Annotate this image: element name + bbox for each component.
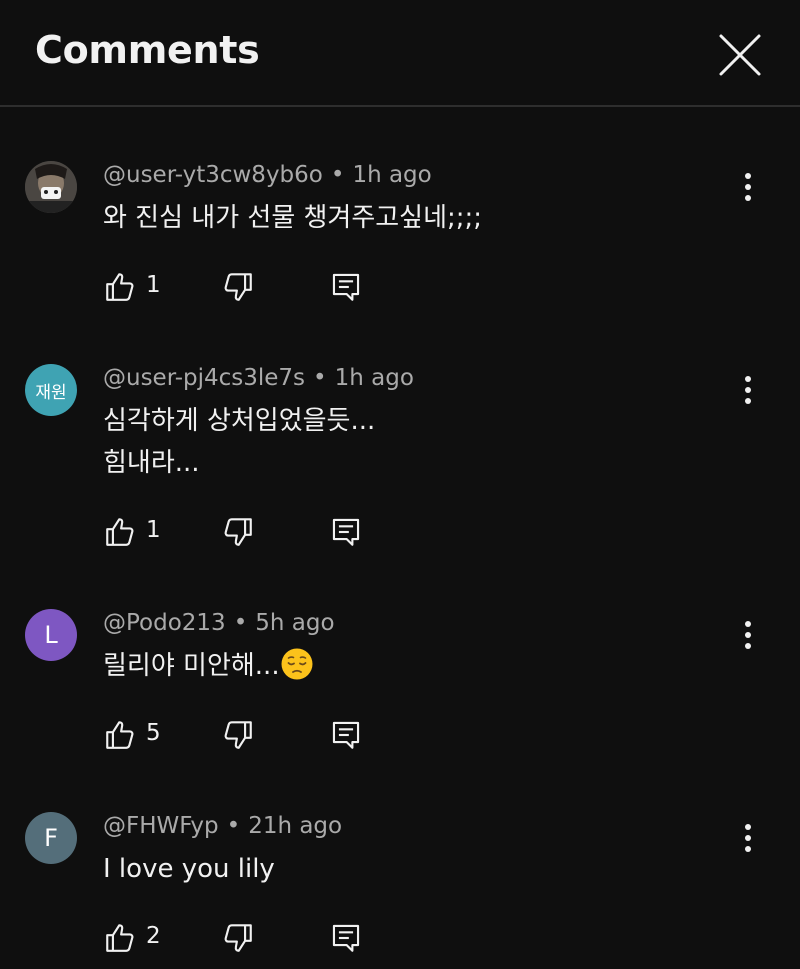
- reply-button[interactable]: [329, 718, 363, 752]
- reply-button[interactable]: [329, 921, 363, 955]
- avatar[interactable]: 재원: [25, 364, 77, 416]
- thumb-down-icon: [224, 273, 252, 301]
- meta-separator: •: [330, 162, 345, 188]
- avatar-initials: F: [44, 824, 58, 852]
- thumb-up-icon: [106, 924, 134, 952]
- comment-author[interactable]: @FHWFyp: [103, 813, 219, 839]
- comments-header: Comments: [0, 0, 800, 107]
- comment-author[interactable]: @user-pj4cs3le7s: [103, 365, 305, 391]
- comment-actions: 5: [103, 718, 403, 758]
- comment-line: I love you lily: [103, 854, 275, 884]
- like-button[interactable]: [103, 270, 137, 304]
- comment-time[interactable]: 5h ago: [255, 610, 334, 636]
- comment-line: 와 진심 내가 선물 챙겨주고싶네;;;;: [103, 203, 483, 233]
- dislike-button[interactable]: [221, 718, 255, 752]
- more-vertical-icon: [745, 376, 751, 404]
- close-icon: [719, 34, 761, 76]
- comment-time[interactable]: 1h ago: [335, 365, 414, 391]
- comment-text: 릴리야 미안해...: [103, 645, 314, 687]
- thumb-up-icon: [106, 273, 134, 301]
- more-options-button[interactable]: [734, 617, 762, 653]
- comment-time[interactable]: 1h ago: [352, 162, 431, 188]
- like-count: 1: [146, 272, 161, 298]
- comment-time[interactable]: 21h ago: [248, 813, 342, 839]
- reply-comment-icon: [332, 273, 360, 301]
- dislike-button[interactable]: [221, 921, 255, 955]
- comment-author[interactable]: @user-yt3cw8yb6o: [103, 162, 323, 188]
- page-title: Comments: [35, 28, 260, 72]
- comment-actions: 1: [103, 515, 403, 555]
- more-options-button[interactable]: [734, 169, 762, 205]
- comment-text: 와 진심 내가 선물 챙겨주고싶네;;;;: [103, 197, 482, 239]
- reply-comment-icon: [332, 924, 360, 952]
- avatar[interactable]: F: [25, 812, 77, 864]
- avatar-initials: 재원: [35, 382, 67, 403]
- close-button[interactable]: [718, 33, 762, 77]
- more-vertical-icon: [745, 621, 751, 649]
- like-count: 1: [146, 517, 161, 543]
- reply-button[interactable]: [329, 515, 363, 549]
- avatar-initials: L: [44, 621, 58, 649]
- thumb-down-icon: [224, 518, 252, 546]
- thumb-up-icon: [106, 518, 134, 546]
- comment-text: I love you lily: [103, 848, 275, 890]
- more-options-button[interactable]: [734, 820, 762, 856]
- thumb-down-icon: [224, 924, 252, 952]
- avatar[interactable]: [25, 161, 77, 213]
- thumb-up-icon: [106, 721, 134, 749]
- dislike-button[interactable]: [221, 270, 255, 304]
- comment-author[interactable]: @Podo213: [103, 610, 226, 636]
- dislike-button[interactable]: [221, 515, 255, 549]
- pensive-face-emoji: [281, 648, 313, 680]
- like-button[interactable]: [103, 921, 137, 955]
- thumb-down-icon: [224, 721, 252, 749]
- reply-comment-icon: [332, 721, 360, 749]
- comment-actions: 1: [103, 270, 403, 310]
- comment-meta: @user-pj4cs3le7s • 1h ago: [103, 365, 414, 391]
- comment-actions: 2: [103, 921, 403, 961]
- meta-separator: •: [233, 610, 248, 636]
- comment-line: 힘내라...: [103, 448, 200, 478]
- like-button[interactable]: [103, 515, 137, 549]
- more-vertical-icon: [745, 173, 751, 201]
- avatar[interactable]: L: [25, 609, 77, 661]
- reply-comment-icon: [332, 518, 360, 546]
- meta-separator: •: [226, 813, 241, 839]
- comment-meta: @Podo213 • 5h ago: [103, 610, 335, 636]
- like-button[interactable]: [103, 718, 137, 752]
- comment-meta: @FHWFyp • 21h ago: [103, 813, 342, 839]
- comment-text: 심각하게 상처입었을듯... 힘내라...: [103, 400, 375, 484]
- like-count: 5: [146, 720, 161, 746]
- comment-meta: @user-yt3cw8yb6o • 1h ago: [103, 162, 432, 188]
- reply-button[interactable]: [329, 270, 363, 304]
- more-vertical-icon: [745, 824, 751, 852]
- more-options-button[interactable]: [734, 372, 762, 408]
- comment-line: 심각하게 상처입었을듯...: [103, 406, 376, 436]
- user-photo-avatar: [25, 161, 77, 213]
- comment-line: 릴리야 미안해...: [103, 645, 314, 687]
- meta-separator: •: [313, 365, 327, 391]
- comment-line-text: 릴리야 미안해...: [103, 651, 280, 681]
- like-count: 2: [146, 923, 161, 949]
